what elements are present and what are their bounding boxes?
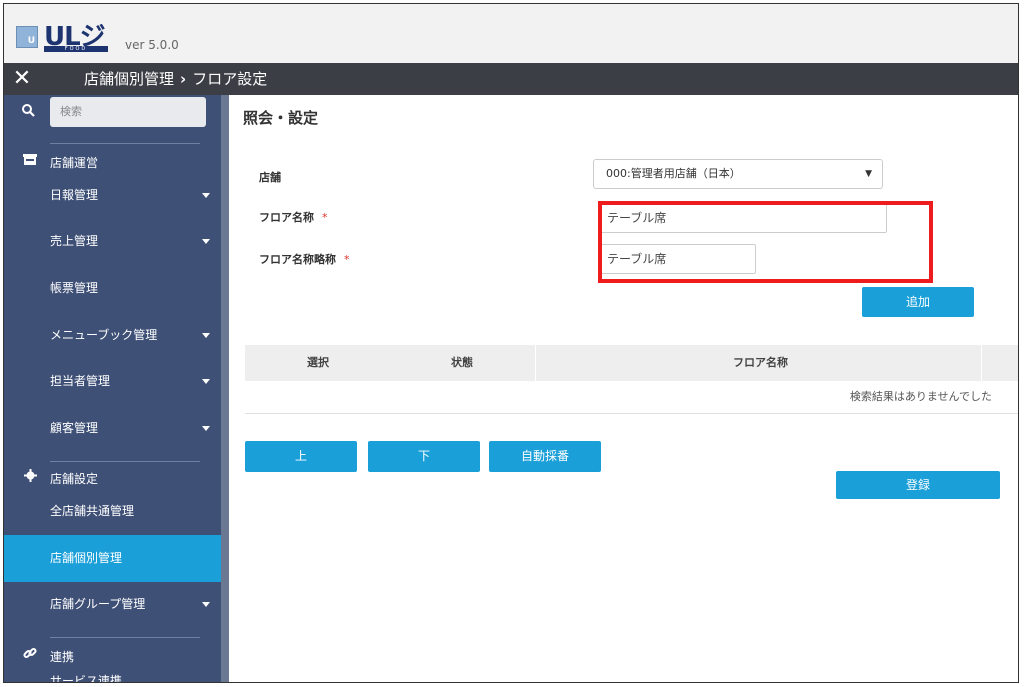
sidebar-item-label: 売上管理 bbox=[50, 234, 99, 248]
breadcrumb-parent[interactable]: 店舗個別管理 bbox=[84, 70, 174, 88]
dropdown-arrow-icon: ▼ bbox=[865, 169, 872, 179]
chevron-down-icon bbox=[202, 193, 210, 198]
chevron-down-icon bbox=[202, 426, 210, 431]
breadcrumb-current: フロア設定 bbox=[192, 70, 268, 88]
app-window: U ULジ FOOD ver 5.0.0 ✕ 店舗個別管理 › フロア設定 検索 店… bbox=[3, 3, 1019, 683]
floor-name-label: フロア名称 * bbox=[259, 209, 328, 225]
page-title: 照会・設定 bbox=[243, 109, 319, 127]
empty-message: 検索結果はありませんでした bbox=[849, 390, 992, 403]
column-divider bbox=[981, 345, 982, 381]
chevron-down-icon bbox=[202, 602, 210, 607]
store-icon bbox=[22, 147, 38, 179]
store-label: 店舗 bbox=[259, 169, 281, 185]
register-button[interactable]: 登録 bbox=[836, 471, 1000, 499]
sidebar-item-label: 帳票管理 bbox=[50, 281, 99, 295]
close-menu-icon[interactable]: ✕ bbox=[4, 63, 40, 95]
breadcrumb-bar: ✕ 店舗個別管理 › フロア設定 bbox=[4, 63, 1018, 95]
sidebar-item-store-group[interactable]: 店舗グループ管理 bbox=[4, 588, 221, 634]
sidebar-item-staff[interactable]: 担当者管理 bbox=[4, 365, 221, 411]
sidebar-item-label: 店舗個別管理 bbox=[50, 551, 123, 565]
sidebar: 検索 店舗運営 日報管理 売上管理 帳票管理 メニューブック管理 担当者管理 顧… bbox=[4, 95, 221, 683]
move-up-button[interactable]: 上 bbox=[245, 441, 357, 472]
sidebar-item-label: メニューブック管理 bbox=[50, 328, 158, 342]
sidebar-section-label: 店舗設定 bbox=[50, 472, 99, 486]
sidebar-item-customer[interactable]: 顧客管理 bbox=[4, 412, 221, 458]
chevron-down-icon bbox=[202, 379, 210, 384]
sidebar-scrollbar[interactable] bbox=[221, 95, 229, 682]
app-logo-sub: FOOD bbox=[44, 46, 108, 52]
highlight-box bbox=[598, 201, 933, 283]
column-header-floor-name[interactable]: フロア名称 bbox=[733, 345, 788, 381]
chevron-down-icon bbox=[202, 239, 210, 244]
sidebar-search-input[interactable]: 検索 bbox=[50, 97, 206, 127]
floor-short-label-text: フロア名称略称 bbox=[259, 253, 336, 266]
sidebar-item-individual-store[interactable]: 店舗個別管理 bbox=[4, 535, 221, 582]
sidebar-divider bbox=[50, 461, 200, 462]
sidebar-item-label: 顧客管理 bbox=[50, 421, 99, 435]
floor-name-label-text: フロア名称 bbox=[259, 211, 314, 224]
required-mark: * bbox=[344, 253, 350, 266]
sidebar-item-service-integration[interactable]: サービス連携 bbox=[4, 665, 221, 683]
store-label-text: 店舗 bbox=[259, 171, 281, 184]
sidebar-item-reports[interactable]: 帳票管理 bbox=[4, 272, 221, 318]
sidebar-section-store-operation[interactable]: 店舗運営 bbox=[4, 147, 221, 179]
version-label: ver 5.0.0 bbox=[125, 38, 179, 52]
main-content: 照会・設定 店舗 000:管理者用店舗（日本） ▼ フロア名称 * テーブル席 フ… bbox=[229, 95, 1018, 682]
sidebar-item-label: サービス連携 bbox=[50, 674, 123, 683]
floor-short-name-label: フロア名称略称 * bbox=[259, 251, 350, 267]
chevron-down-icon bbox=[202, 333, 210, 338]
store-select-value: 000:管理者用店舗（日本） bbox=[606, 167, 741, 180]
top-header: U ULジ FOOD ver 5.0.0 bbox=[4, 4, 1018, 64]
move-down-button[interactable]: 下 bbox=[368, 441, 480, 472]
auto-number-button[interactable]: 自動採番 bbox=[489, 441, 601, 472]
column-divider bbox=[535, 345, 536, 381]
search-icon[interactable] bbox=[22, 104, 35, 121]
store-select[interactable]: 000:管理者用店舗（日本） ▼ bbox=[593, 159, 883, 189]
sidebar-divider bbox=[50, 143, 200, 144]
sidebar-item-label: 担当者管理 bbox=[50, 374, 111, 388]
breadcrumb: 店舗個別管理 › フロア設定 bbox=[84, 63, 267, 95]
sidebar-item-label: 店舗グループ管理 bbox=[50, 597, 146, 611]
gear-icon bbox=[22, 463, 38, 495]
sidebar-item-label: 日報管理 bbox=[50, 188, 99, 202]
sidebar-item-label: 全店舗共通管理 bbox=[50, 504, 135, 518]
sidebar-divider bbox=[50, 637, 200, 638]
sidebar-item-menubook[interactable]: メニューブック管理 bbox=[4, 319, 221, 365]
sidebar-section-store-settings[interactable]: 店舗設定 bbox=[4, 463, 221, 495]
table-header: 選択 状態 フロア名称 bbox=[245, 345, 1018, 381]
column-header-select[interactable]: 選択 bbox=[307, 345, 329, 381]
sidebar-item-daily-report[interactable]: 日報管理 bbox=[4, 179, 221, 225]
table-empty-row: 検索結果はありませんでした bbox=[245, 381, 1018, 414]
column-header-status[interactable]: 状態 bbox=[451, 345, 473, 381]
sidebar-section-label: 店舗運営 bbox=[50, 156, 99, 170]
required-mark: * bbox=[322, 211, 328, 224]
chevron-right-icon: › bbox=[180, 70, 187, 88]
add-button[interactable]: 追加 bbox=[862, 287, 974, 317]
sidebar-item-sales[interactable]: 売上管理 bbox=[4, 225, 221, 271]
app-badge-icon: U bbox=[16, 26, 38, 48]
